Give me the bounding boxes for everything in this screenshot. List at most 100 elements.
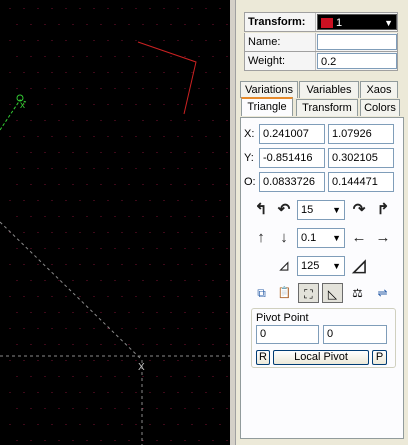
scale-down-icon[interactable]: ◿	[274, 256, 294, 276]
grid-dot	[72, 408, 74, 409]
y1-input[interactable]: -0.851416	[259, 148, 325, 168]
grid-dot	[205, 40, 207, 41]
grid-dot	[121, 72, 123, 73]
grid-dot	[100, 184, 102, 185]
grid-dot	[100, 24, 102, 25]
grid-dot	[142, 56, 144, 57]
grid-dot	[65, 328, 67, 329]
pivot-point-title: Pivot Point	[256, 312, 309, 324]
tab-transform[interactable]: Transform	[296, 99, 358, 116]
o1-input[interactable]: 0.0833726	[259, 172, 325, 192]
x2-input[interactable]: 1.07926	[328, 124, 394, 144]
grid-dot	[114, 24, 116, 25]
grid-dot	[135, 104, 137, 105]
tab-triangle[interactable]: Triangle	[241, 97, 293, 116]
select-mode-icon[interactable]: ⛶	[298, 283, 319, 303]
rotate-ccw-90-icon[interactable]: ↰	[251, 200, 271, 220]
grid-dot	[163, 296, 165, 297]
grid-dot	[156, 152, 158, 153]
scale-up-icon[interactable]: ◿	[349, 256, 369, 276]
grid-dot	[65, 136, 67, 137]
grid-dot	[58, 184, 60, 185]
grid-dot	[198, 56, 200, 57]
grid-dot	[72, 376, 74, 377]
grid-dot	[37, 232, 39, 233]
weight-input[interactable]: 0.2	[317, 53, 397, 69]
paste-triangle-icon[interactable]: 📋	[274, 283, 295, 303]
tab-variables[interactable]: Variables	[299, 81, 359, 98]
panel-scrollbar[interactable]	[230, 0, 236, 445]
move-up-icon[interactable]: ↑	[251, 228, 271, 248]
grid-dot	[198, 376, 200, 377]
reset-pivot-button[interactable]: R	[256, 350, 270, 365]
grid-dot	[93, 232, 95, 233]
grid-dot	[170, 440, 172, 441]
grid-dot	[37, 8, 39, 9]
tab-colors[interactable]: Colors	[360, 99, 400, 116]
transform-select[interactable]: 1 ▼	[317, 14, 397, 30]
grid-dot	[51, 72, 53, 73]
triangle-mode-icon[interactable]: ◺	[322, 283, 343, 303]
grid-dot	[198, 184, 200, 185]
grid-dot	[79, 264, 81, 265]
grid-dot	[44, 88, 46, 89]
move-right-icon[interactable]: →	[373, 228, 393, 248]
x1-input[interactable]: 0.241007	[259, 124, 325, 144]
pick-pivot-button[interactable]: P	[372, 350, 387, 365]
move-step-dropdown[interactable]: 0.1 ▼	[297, 228, 345, 248]
move-down-icon[interactable]: ↓	[274, 228, 294, 248]
grid-dot	[142, 24, 144, 25]
grid-dot	[226, 440, 228, 441]
grid-dot	[37, 360, 39, 361]
grid-dot	[128, 344, 130, 345]
grid-dot	[51, 232, 53, 233]
copy-triangle-icon[interactable]: ⧉	[251, 283, 272, 303]
grid-dot	[23, 360, 25, 361]
name-row: Name:	[244, 33, 398, 52]
local-pivot-button[interactable]: Local Pivot	[273, 350, 369, 365]
y2-input[interactable]: 0.302105	[328, 148, 394, 168]
grid-dot	[191, 264, 193, 265]
tab-xaos[interactable]: Xaos	[360, 81, 398, 98]
grid-dot	[205, 392, 207, 393]
o2-input[interactable]: 0.144471	[328, 172, 394, 192]
grid-dot	[79, 232, 81, 233]
triangle-editor-canvas[interactable]: x X	[0, 0, 230, 445]
rotate-cw-icon[interactable]: ↷	[349, 200, 369, 220]
grid-dot	[37, 296, 39, 297]
chevron-down-icon: ▼	[332, 233, 341, 243]
grid-dot	[30, 344, 32, 345]
move-left-icon[interactable]: ←	[349, 228, 369, 248]
grid-dot	[135, 200, 137, 201]
balance-icon[interactable]: ⚖	[347, 283, 368, 303]
rotate-cw-90-icon[interactable]: ↱	[373, 200, 393, 220]
transform-label: Transform:	[245, 13, 316, 31]
rotate-ccw-icon[interactable]: ↶	[274, 200, 294, 220]
grid-dot	[93, 168, 95, 169]
grid-dot	[121, 360, 123, 361]
grid-dot	[16, 88, 18, 89]
pivot-y-input[interactable]: 0	[323, 325, 387, 344]
pivot-x-input[interactable]: 0	[256, 325, 319, 344]
grid-dot	[177, 264, 179, 265]
grid-dot	[156, 24, 158, 25]
grid-dot	[128, 216, 130, 217]
grid-dot	[86, 408, 88, 409]
grid-dot	[156, 184, 158, 185]
grid-dot	[128, 408, 130, 409]
grid-dot	[219, 392, 221, 393]
grid-dot	[93, 136, 95, 137]
flip-icon[interactable]: ⇌	[372, 283, 393, 303]
grid-dot	[198, 408, 200, 409]
grid-dot	[107, 8, 109, 9]
name-input[interactable]	[317, 34, 397, 50]
grid-dot	[114, 312, 116, 313]
tab-variations[interactable]: Variations	[240, 81, 298, 98]
rotate-step-dropdown[interactable]: 15 ▼	[297, 200, 345, 220]
grid-dot	[142, 408, 144, 409]
grid-dot	[51, 168, 53, 169]
grid-dot	[198, 152, 200, 153]
grid-dot	[191, 136, 193, 137]
scale-step-dropdown[interactable]: 125 ▼	[297, 256, 345, 276]
weight-label: Weight:	[245, 52, 316, 70]
